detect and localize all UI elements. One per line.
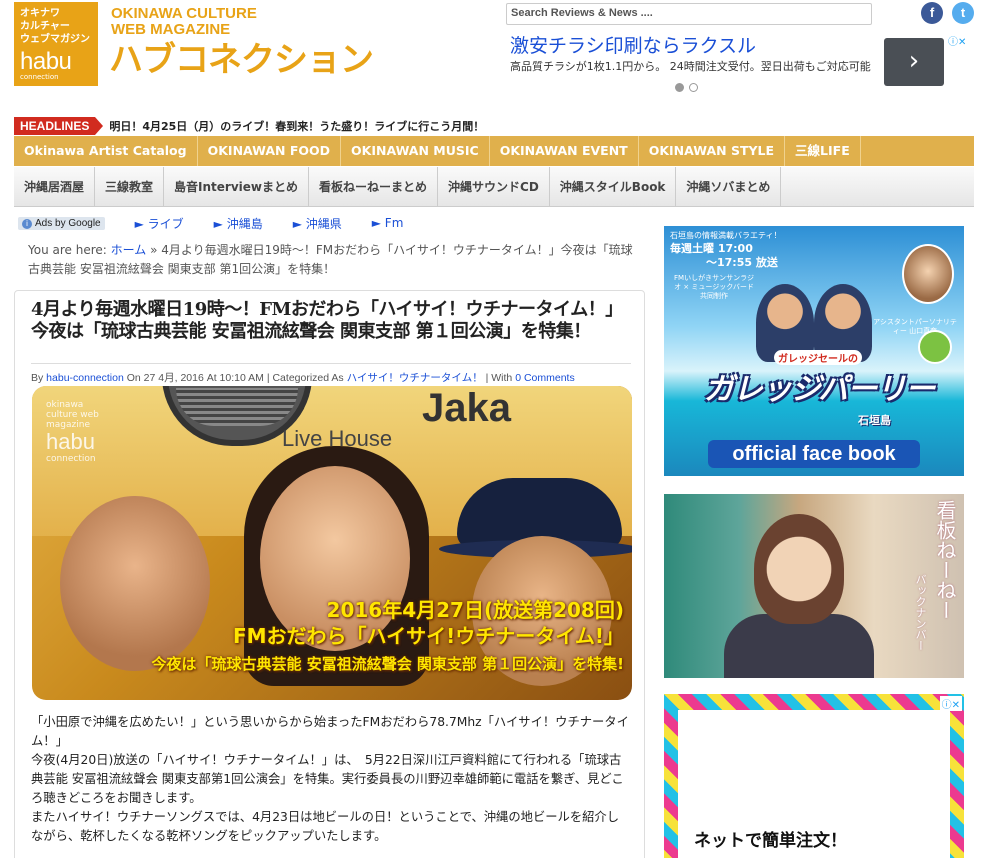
top-ad-banner[interactable]: 激安チラシ印刷ならラクスル 高品質チラシが1枚1.1円から。 24時間注文受付。…	[506, 32, 976, 92]
meta-author-link[interactable]: habu-connection	[46, 372, 124, 384]
search-input[interactable]: Search Reviews & News ....	[506, 3, 872, 25]
logo-habu: habu	[20, 48, 72, 75]
sidebar-banner-garage-party[interactable]: 石垣島の情報満載バラエティ！ 毎週土曜 17:00 〜17:55 放送 FMいし…	[664, 226, 964, 476]
primary-nav: Okinawa Artist Catalog OKINAWAN FOOD OKI…	[14, 136, 974, 166]
ad-carousel-dots	[675, 77, 703, 96]
nav-sanshin-school[interactable]: 三線教室	[95, 167, 165, 206]
banner1-time: 毎週土曜 17:00 〜17:55 放送	[670, 242, 778, 270]
photo-caption-topic: 今夜は「琉球古典芸能 安冨祖流絃聲会 関東支部 第１回公演」を特集!	[151, 655, 624, 673]
banner2-person	[754, 514, 844, 624]
banner3-text: ネットで簡単注文！	[694, 831, 847, 851]
nav-sanshin-life[interactable]: 三線LIFE	[785, 136, 861, 166]
nav-sound-cd[interactable]: 沖縄サウンドCD	[438, 167, 550, 206]
adchoices-icon[interactable]: ⓘ✕	[948, 36, 976, 50]
site-logo[interactable]: オキナワ カルチャー ウェブマガジン habu connection	[14, 2, 98, 86]
ads-by-google-row: i Ads by Google ► ライブ ► 沖縄島 ► 沖縄県 ► Fm	[18, 214, 403, 232]
banner2-subtitle: バックナンバー	[914, 574, 927, 651]
headlines-label: HEADLINES	[14, 117, 104, 135]
banner1-badge	[918, 330, 952, 364]
logo-jp-line-3: ウェブマガジン	[20, 34, 90, 45]
banner1-time-2: 〜17:55 放送	[706, 256, 778, 269]
banner1-facebook-button[interactable]: official face book	[708, 440, 920, 468]
article-card: 4月より毎週水曜日19時〜！FMおだわら「ハイサイ！ウチナータイム！」今夜は「琉…	[14, 290, 645, 858]
facebook-icon[interactable]: f	[921, 2, 943, 24]
secondary-nav: 沖縄居酒屋 三線教室 島音Interviewまとめ 看板ねーねーまとめ 沖縄サウ…	[14, 167, 974, 207]
photo-brand-text: Jaka	[422, 386, 511, 430]
nav-okinawan-food[interactable]: OKINAWAN FOOD	[198, 136, 342, 166]
banner1-title: ガレッジパーリー	[704, 372, 935, 407]
article-meta: By habu-connection On 27 4月, 2016 At 10:…	[31, 363, 631, 385]
ad-link-okinawa-island[interactable]: ► 沖縄島	[214, 215, 263, 232]
headlines-ticker: HEADLINES 明日！4月25日（月）のライブ！春到来！うた盛り！ライブに行…	[14, 117, 484, 135]
adchoices-icon[interactable]: ⓘ✕	[939, 696, 962, 711]
breadcrumb: You are here: ホーム » 4月より毎週水曜日19時〜！FMおだわら…	[28, 241, 640, 279]
banner1-time-1: 毎週土曜 17:00	[670, 242, 753, 255]
banner1-assistant: アシスタントパーソナリティー 山口真奈	[873, 318, 957, 335]
photo-caption-date: 2016年4月27日(放送第208回)	[326, 598, 624, 622]
ad-title[interactable]: 激安チラシ印刷ならラクスル	[510, 34, 756, 58]
ad-link-fm[interactable]: ► Fm	[372, 216, 404, 230]
site-title-jp[interactable]: ハブコネクション	[109, 40, 374, 80]
meta-date: On 27 4月, 2016 At 10:10 AM | Categorized…	[123, 372, 347, 384]
logo-jp-line-2: カルチャー	[20, 21, 70, 32]
nav-okinawan-music[interactable]: OKINAWAN MUSIC	[341, 136, 490, 166]
nav-interview[interactable]: 島音Interviewまとめ	[164, 167, 309, 206]
breadcrumb-home[interactable]: ホーム	[111, 243, 147, 257]
banner1-location: 石垣島	[858, 414, 891, 427]
sidebar-ad-order[interactable]: ネットで簡単注文！ ⓘ✕	[664, 694, 964, 858]
photo-watermark: okinawa culture web magazine habu connec…	[46, 400, 116, 464]
banner2-title: 看板ねーねー	[933, 500, 957, 620]
nav-okinawan-style[interactable]: OKINAWAN STYLE	[639, 136, 786, 166]
nav-style-book[interactable]: 沖縄スタイルBook	[550, 167, 677, 206]
ads-by-google-label[interactable]: i Ads by Google	[18, 216, 105, 230]
nav-okinawan-event[interactable]: OKINAWAN EVENT	[490, 136, 639, 166]
nav-izakaya[interactable]: 沖縄居酒屋	[14, 167, 96, 206]
breadcrumb-prefix: You are here:	[28, 243, 111, 257]
nav-kanban-neene[interactable]: 看板ねーねーまとめ	[309, 167, 439, 206]
info-icon: i	[22, 218, 32, 229]
ad-link-live[interactable]: ► ライブ	[135, 215, 184, 232]
ad-subtitle: 高品質チラシが1枚1.1円から。 24時間注文受付。翌日出荷もご対応可能	[510, 60, 871, 73]
article-photo: Live House Jaka okinawa culture web maga…	[32, 386, 632, 700]
watermark-bottom: connection	[46, 454, 96, 464]
ad-next-button[interactable]: ›	[884, 38, 944, 86]
meta-by: By	[31, 372, 47, 384]
article-title: 4月より毎週水曜日19時〜！FMおだわら「ハイサイ！ウチナータイム！」今夜は「琉…	[31, 299, 623, 342]
banner1-tag: ガレッジセールの	[774, 350, 862, 365]
article-body: 「小田原で沖縄を広めたい！」という思いからから始まったFMおだわら78.7Mhz…	[31, 713, 631, 846]
meta-with: | With	[482, 372, 516, 384]
article-paragraph-2: 今夜(4月20日)放送の「ハイサイ！ウチナータイム！」は、 5月22日深川江戸資…	[31, 753, 624, 805]
logo-connection: connection	[20, 73, 59, 81]
carousel-dot[interactable]	[689, 83, 698, 92]
banner1-producers: FMいしがきサンサンラジオ × ミュージックバード 共同制作	[674, 274, 754, 300]
photo-caption-program: FMおだわら「ハイサイ!ウチナータイム!」	[232, 624, 624, 648]
banner1-header: 石垣島の情報満載バラエティ！	[670, 231, 782, 240]
logo-jp-line-1: オキナワ	[20, 8, 60, 19]
ad-link-okinawa-pref[interactable]: ► 沖縄県	[293, 215, 342, 232]
banner1-assistant-photo	[902, 244, 954, 304]
article-paragraph-1: 「小田原で沖縄を広めたい！」という思いからから始まったFMおだわら78.7Mhz…	[31, 715, 629, 748]
article-paragraph-3: またハイサイ！ウチナーソングスでは、4月23日は地ビールの日！ということで、沖縄…	[31, 810, 620, 843]
headline-link[interactable]: 明日！4月25日（月）のライブ！春到来！うた盛り！ライブに行こう月間！	[109, 118, 484, 134]
nav-soba[interactable]: 沖縄ソバまとめ	[676, 167, 782, 206]
watermark-top: okinawa culture web magazine	[46, 400, 99, 430]
site-title-en-1: OKINAWA CULTURE	[111, 5, 257, 22]
meta-category-link[interactable]: ハイサイ！ウチナータイム！	[347, 372, 483, 384]
site-title-en-2: WEB MAGAZINE	[111, 21, 231, 38]
site-title-en[interactable]: OKINAWA CULTURE WEB MAGAZINE	[111, 6, 257, 38]
twitter-icon[interactable]: t	[952, 2, 974, 24]
carousel-dot-active[interactable]	[675, 83, 684, 92]
sidebar-banner-kanban-neene[interactable]: 看板ねーねー バックナンバー	[664, 494, 964, 678]
person-left	[60, 496, 210, 671]
nav-artist-catalog[interactable]: Okinawa Artist Catalog	[14, 136, 198, 166]
ads-by-google-text: Ads by Google	[35, 217, 101, 229]
meta-comments-link[interactable]: 0 Comments	[515, 372, 575, 384]
watermark-habu: habu	[46, 429, 95, 454]
